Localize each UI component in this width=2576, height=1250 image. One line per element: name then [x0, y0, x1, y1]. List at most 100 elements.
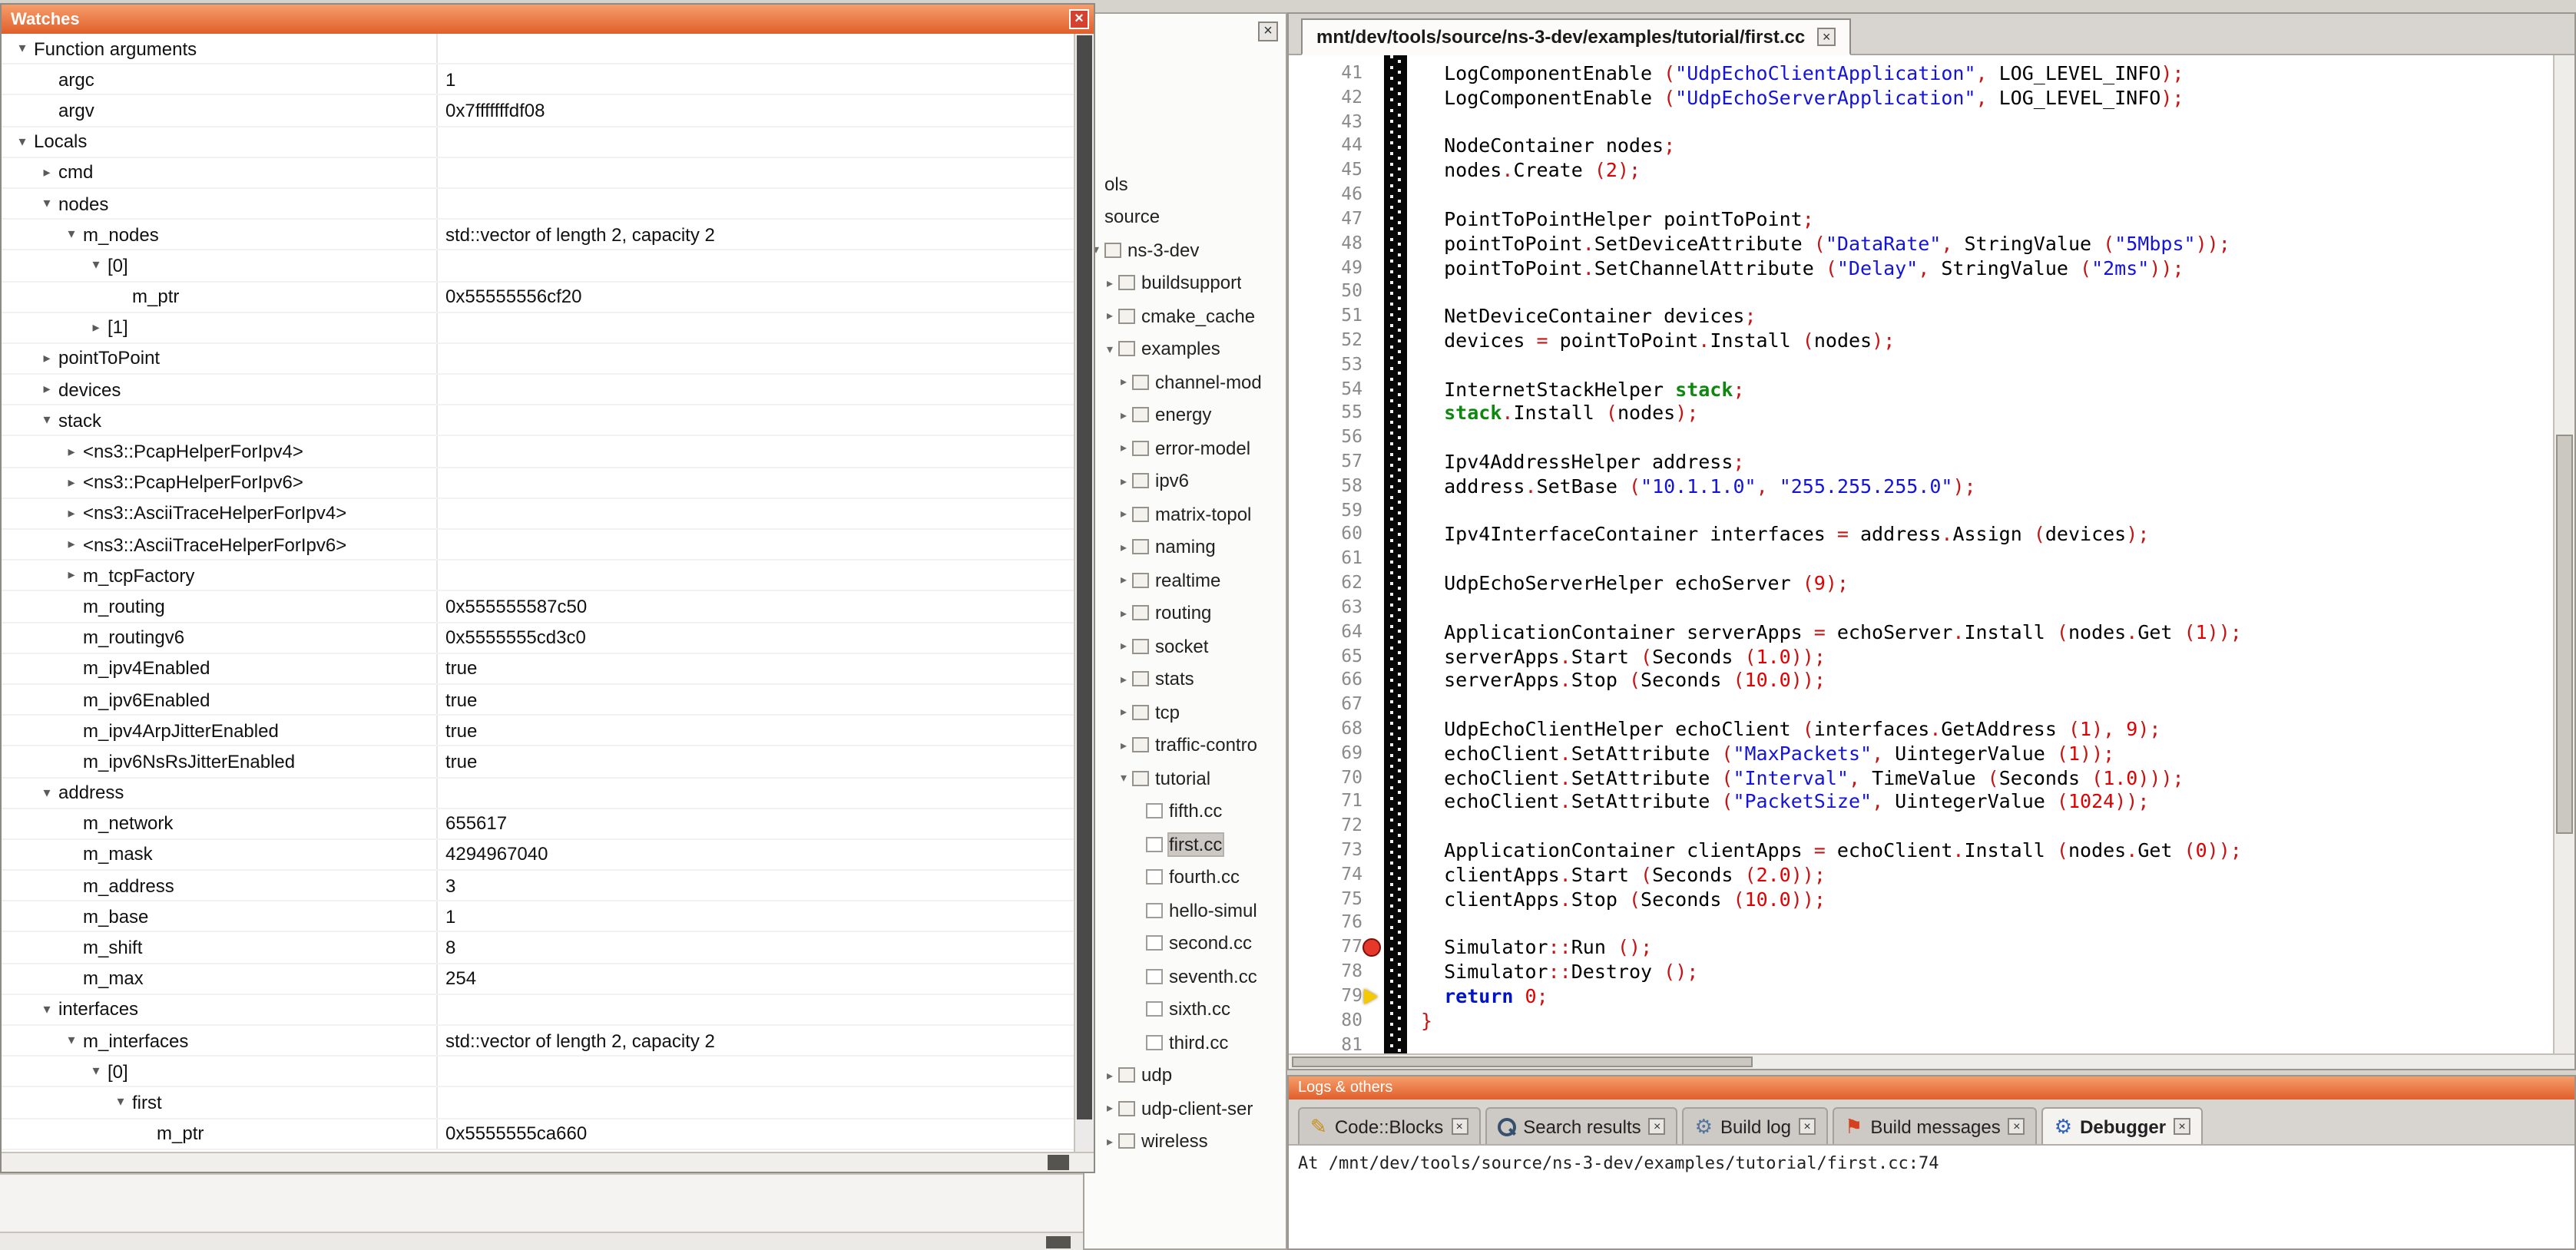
tree-item-sixth-cc[interactable]: sixth.cc: [1084, 993, 1284, 1026]
expander-icon[interactable]: ▾: [60, 226, 83, 243]
tree-item-fifth-cc[interactable]: fifth.cc: [1084, 795, 1284, 828]
watch-row[interactable]: ▸<ns3::AsciiTraceHelperForIpv4>: [2, 499, 1074, 530]
expander-icon[interactable]: ▸: [1115, 607, 1132, 620]
horizontal-scrollbar[interactable]: [1289, 1053, 2574, 1069]
code-line[interactable]: 75 clientApps.Stop (Seconds (10.0));: [1289, 887, 2553, 911]
watch-row[interactable]: ▸[1]: [2, 312, 1074, 343]
expander-icon[interactable]: ▸: [1115, 508, 1132, 521]
tree-item-hello-simul[interactable]: hello-simul: [1084, 894, 1284, 927]
expander-icon[interactable]: ▾: [1101, 342, 1118, 356]
watch-row[interactable]: ▾Function arguments: [2, 34, 1074, 64]
logs-titlebar[interactable]: Logs & others: [1289, 1076, 2574, 1100]
vertical-scrollbar[interactable]: [2553, 55, 2574, 1053]
code-line[interactable]: 81: [1289, 1033, 2553, 1053]
tree-item-routing[interactable]: ▸routing: [1084, 597, 1284, 630]
tree-item-tutorial[interactable]: ▾tutorial: [1084, 762, 1284, 795]
watch-row[interactable]: ▾m_nodesstd::vector of length 2, capacit…: [2, 220, 1074, 250]
breakpoint-icon[interactable]: [1362, 939, 1381, 957]
watch-row[interactable]: ▸cmd: [2, 158, 1074, 189]
close-icon[interactable]: ×: [1451, 1118, 1468, 1135]
code-line[interactable]: 41 LogComponentEnable ("UdpEchoClientApp…: [1289, 61, 2553, 86]
tree-item-seventh-cc[interactable]: seventh.cc: [1084, 960, 1284, 993]
watches-titlebar[interactable]: Watches ×: [2, 5, 1094, 34]
code-line[interactable]: 80}: [1289, 1008, 2553, 1033]
tree-item-channel-mod[interactable]: ▸channel-mod: [1084, 365, 1284, 398]
code-line[interactable]: 67: [1289, 693, 2553, 717]
watch-row[interactable]: ▾stack: [2, 406, 1074, 437]
code-area[interactable]: 41 LogComponentEnable ("UdpEchoClientApp…: [1289, 55, 2553, 1053]
expander-icon[interactable]: ▾: [35, 1001, 58, 1018]
tree-item-realtime[interactable]: ▸realtime: [1084, 564, 1284, 597]
code-line[interactable]: 70 echoClient.SetAttribute ("Interval", …: [1289, 766, 2553, 790]
watch-row[interactable]: m_ipv6NsRsJitterEnabledtrue: [2, 747, 1074, 778]
code-line[interactable]: 66 serverApps.Stop (Seconds (10.0));: [1289, 669, 2553, 693]
code-line[interactable]: 43: [1289, 110, 2553, 134]
tree-item-cmake-cache[interactable]: ▸cmake_cache: [1084, 299, 1284, 332]
watch-row[interactable]: ▾first: [2, 1088, 1074, 1119]
scrollbar-thumb[interactable]: [2556, 435, 2573, 834]
expander-icon[interactable]: ▾: [35, 784, 58, 801]
code-line[interactable]: 55 stack.Install (nodes);: [1289, 402, 2553, 426]
watch-row[interactable]: m_mask4294967040: [2, 840, 1074, 871]
expander-icon[interactable]: ▸: [60, 567, 83, 584]
expander-icon[interactable]: ▸: [1115, 706, 1132, 719]
code-line[interactable]: 56: [1289, 425, 2553, 450]
expander-icon[interactable]: ▸: [35, 381, 58, 398]
expander-icon[interactable]: ▸: [1101, 1069, 1118, 1083]
code-line[interactable]: 46: [1289, 183, 2553, 207]
watch-row[interactable]: ▸<ns3::PcapHelperForIpv4>: [2, 437, 1074, 468]
code-line[interactable]: 72: [1289, 814, 2553, 838]
expander-icon[interactable]: ▸: [1115, 574, 1132, 587]
expander-icon[interactable]: ▸: [60, 443, 83, 460]
log-tab-build-messages[interactable]: ⚑Build messages×: [1833, 1107, 2038, 1144]
expander-icon[interactable]: ▾: [35, 195, 58, 212]
tree-item-ipv6[interactable]: ▸ipv6: [1084, 465, 1284, 498]
tree-item-energy[interactable]: ▸energy: [1084, 398, 1284, 432]
tree-item-second-cc[interactable]: second.cc: [1084, 927, 1284, 960]
watch-row[interactable]: m_routingv60x5555555cd3c0: [2, 623, 1074, 653]
tree-item-first-cc[interactable]: first.cc: [1084, 828, 1284, 861]
horizontal-scrollbar[interactable]: [2, 1152, 1094, 1172]
tree-item-matrix-topol[interactable]: ▸matrix-topol: [1084, 498, 1284, 531]
expander-icon[interactable]: ▸: [1101, 309, 1118, 323]
log-tab-code-blocks[interactable]: ✎Code::Blocks×: [1298, 1107, 1480, 1144]
watch-row[interactable]: ▾[0]: [2, 251, 1074, 282]
tree-item-traffic-contro[interactable]: ▸traffic-contro: [1084, 729, 1284, 762]
expander-icon[interactable]: ▸: [1115, 673, 1132, 686]
expander-icon[interactable]: ▾: [11, 133, 34, 150]
code-line[interactable]: 65 serverApps.Start (Seconds (1.0));: [1289, 644, 2553, 669]
close-icon[interactable]: ×: [1069, 9, 1089, 29]
code-line[interactable]: 78 Simulator::Destroy ();: [1289, 960, 2553, 984]
tree-item-wireless[interactable]: ▸wireless: [1084, 1125, 1284, 1158]
code-line[interactable]: 45 nodes.Create (2);: [1289, 159, 2553, 184]
tree-item-source[interactable]: source: [1084, 200, 1284, 233]
code-line[interactable]: 50: [1289, 280, 2553, 305]
watch-row[interactable]: m_address3: [2, 871, 1074, 901]
expander-icon[interactable]: ▾: [84, 1063, 108, 1080]
close-icon[interactable]: ×: [2008, 1118, 2025, 1135]
expander-icon[interactable]: ▸: [1101, 1102, 1118, 1116]
tree-item-ols[interactable]: ols: [1084, 167, 1284, 200]
expander-icon[interactable]: ▸: [1115, 739, 1132, 752]
expander-icon[interactable]: ▾: [60, 1032, 83, 1049]
tree-item-udp-client-ser[interactable]: ▸udp-client-ser: [1084, 1092, 1284, 1125]
watch-row[interactable]: ▸m_tcpFactory: [2, 561, 1074, 591]
tree-item-examples[interactable]: ▾examples: [1084, 332, 1284, 365]
code-line[interactable]: 59: [1289, 498, 2553, 523]
code-line[interactable]: 61: [1289, 547, 2553, 572]
code-line[interactable]: 48 pointToPoint.SetDeviceAttribute ("Dat…: [1289, 231, 2553, 256]
code-line[interactable]: 54 InternetStackHelper stack;: [1289, 377, 2553, 402]
close-icon[interactable]: ×: [1258, 21, 1278, 41]
tree-item-socket[interactable]: ▸socket: [1084, 630, 1284, 663]
scrollbar-thumb[interactable]: [1046, 1236, 1071, 1248]
tree-item-stats[interactable]: ▸stats: [1084, 663, 1284, 696]
code-line[interactable]: 58 address.SetBase ("10.1.1.0", "255.255…: [1289, 475, 2553, 499]
scrollbar-thumb[interactable]: [1048, 1155, 1069, 1170]
expander-icon[interactable]: ▸: [60, 474, 83, 491]
watch-row[interactable]: ▾Locals: [2, 127, 1074, 157]
expander-icon[interactable]: ▸: [1115, 408, 1132, 422]
expander-icon[interactable]: ▸: [60, 536, 83, 553]
watch-row[interactable]: m_network655617: [2, 809, 1074, 839]
watch-row[interactable]: m_ptr0x55555556cf20: [2, 282, 1074, 312]
expander-icon[interactable]: ▸: [84, 319, 108, 336]
